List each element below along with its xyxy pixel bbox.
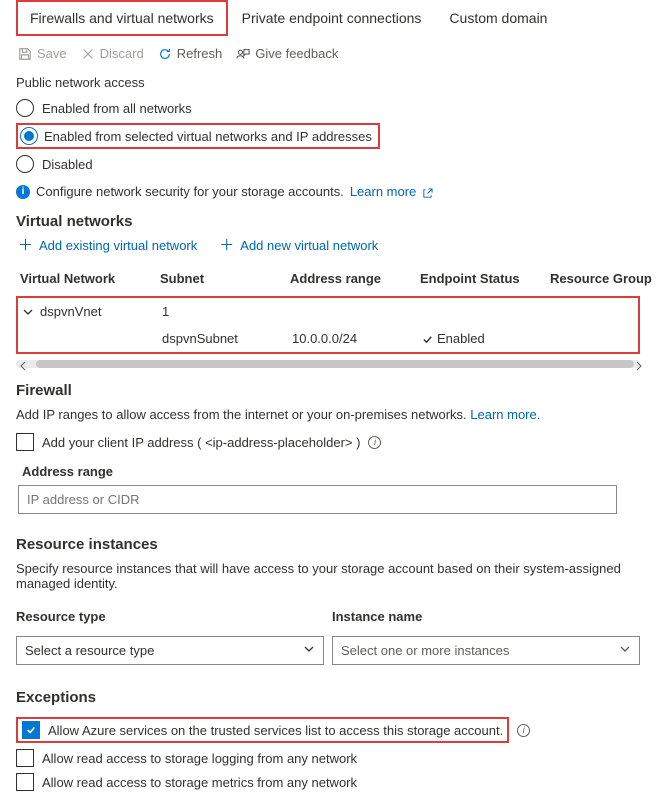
pna-radio-group: Enabled from all networks Enabled from s… [16,96,640,176]
resinst-title: Resource instances [16,536,640,553]
save-label: Save [37,46,67,61]
radio-icon [16,155,34,173]
col-range: Address range [290,271,420,286]
exceptions-title: Exceptions [16,689,640,706]
col-subnet: Subnet [160,271,290,286]
save-icon [18,47,32,61]
info-tooltip-icon[interactable]: i [517,724,530,737]
plus-icon: ＋ [18,238,33,253]
chevron-down-icon [619,643,631,658]
table-row[interactable]: dspvnVnet 1 [18,298,638,325]
pna-option-all[interactable]: Enabled from all networks [16,96,640,120]
refresh-icon [158,47,172,61]
exception-trusted-row: Allow Azure services on the trusted serv… [16,714,640,746]
vnet-name: dspvnVnet [40,304,101,319]
resource-type-select[interactable]: Select a resource type [16,636,324,665]
horizontal-scrollbar[interactable] [16,360,640,368]
resource-type-label: Resource type [16,609,324,624]
scroll-right-icon [634,359,644,369]
firewall-title: Firewall [16,382,640,399]
vnet-subnet-count: 1 [162,304,292,319]
resinst-desc: Specify resource instances that will hav… [16,561,640,591]
exception-logging-row: Allow read access to storage logging fro… [16,746,640,770]
col-endpoint: Endpoint Status [420,271,550,286]
tab-firewalls[interactable]: Firewalls and virtual networks [16,0,228,36]
add-new-vnet-button[interactable]: ＋ Add new virtual network [219,238,378,253]
tabs-bar: Firewalls and virtual networks Private e… [16,0,640,36]
subnet-name: dspvnSubnet [162,331,292,346]
radio-icon [20,127,38,145]
pna-option-all-label: Enabled from all networks [42,101,192,116]
vnets-add-row: ＋ Add existing virtual network ＋ Add new… [18,238,640,253]
chevron-down-icon [22,306,34,318]
pna-option-selected-label: Enabled from selected virtual networks a… [44,129,372,144]
instance-name-value: Select one or more instances [341,643,509,658]
external-link-icon [422,187,433,198]
firewall-desc: Add IP ranges to allow access from the i… [16,407,640,422]
info-icon: i [16,185,30,199]
address-range-label: Address range [22,464,640,479]
refresh-button[interactable]: Refresh [158,46,223,61]
add-existing-label: Add existing virtual network [39,238,197,253]
pna-option-selected[interactable]: Enabled from selected virtual networks a… [16,120,640,152]
add-new-label: Add new virtual network [240,238,378,253]
pna-option-disabled[interactable]: Disabled [16,152,640,176]
feedback-icon [236,47,250,61]
add-client-ip-checkbox[interactable] [16,433,34,451]
col-vnet: Virtual Network [20,271,160,286]
pna-heading: Public network access [16,75,640,90]
vnets-table-header: Virtual Network Subnet Address range End… [16,265,640,292]
endpoint-status: Enabled [437,331,485,346]
exception-logging-checkbox[interactable] [16,749,34,767]
vnets-table: Virtual Network Subnet Address range End… [16,265,640,354]
exception-trusted-label: Allow Azure services on the trusted serv… [48,723,503,738]
firewall-learn-more-link[interactable]: Learn more. [470,407,540,422]
table-row[interactable]: dspvnSubnet 10.0.0.0/24 Enabled [18,325,638,352]
address-range: 10.0.0.0/24 [292,331,422,346]
info-tooltip-icon[interactable]: i [368,436,381,449]
address-range-input[interactable] [18,485,617,514]
col-rg: Resource Group [550,271,656,286]
discard-label: Discard [100,46,144,61]
radio-icon [16,99,34,117]
exception-trusted-checkbox[interactable] [22,721,40,739]
add-existing-vnet-button[interactable]: ＋ Add existing virtual network [18,238,197,253]
chevron-down-icon [303,643,315,658]
vnets-title: Virtual networks [16,213,640,230]
add-client-ip-row: Add your client IP address ( <ip-address… [16,430,640,454]
instance-name-label: Instance name [332,609,640,624]
tab-custom-domain[interactable]: Custom domain [435,0,561,36]
exception-metrics-row: Allow read access to storage metrics fro… [16,770,640,794]
exception-metrics-label: Allow read access to storage metrics fro… [42,775,357,790]
discard-icon [81,47,95,61]
feedback-button[interactable]: Give feedback [236,46,338,61]
discard-button[interactable]: Discard [81,46,144,61]
add-client-ip-label: Add your client IP address ( <ip-address… [42,435,360,450]
resource-type-value: Select a resource type [25,643,154,658]
toolbar: Save Discard Refresh Give feedback [18,46,640,61]
check-icon [422,333,433,344]
refresh-label: Refresh [177,46,223,61]
save-button[interactable]: Save [18,46,67,61]
scrollbar-thumb[interactable] [36,360,634,368]
instance-name-select[interactable]: Select one or more instances [332,636,640,665]
pna-info-text: Configure network security for your stor… [36,184,344,199]
pna-info-row: i Configure network security for your st… [16,184,640,199]
feedback-label: Give feedback [255,46,338,61]
pna-learn-more-link[interactable]: Learn more [350,184,433,199]
scroll-left-icon [18,359,28,369]
exception-metrics-checkbox[interactable] [16,773,34,791]
plus-icon: ＋ [219,238,234,253]
pna-option-disabled-label: Disabled [42,157,93,172]
tab-private-endpoint[interactable]: Private endpoint connections [228,0,436,36]
